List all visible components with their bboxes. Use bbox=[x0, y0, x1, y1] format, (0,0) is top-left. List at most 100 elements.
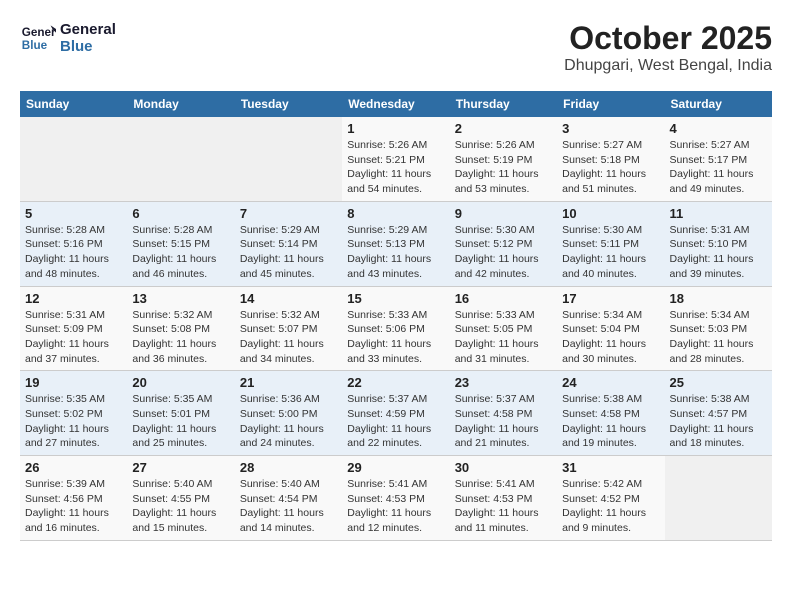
calendar-cell: 26 Sunrise: 5:39 AMSunset: 4:56 PMDaylig… bbox=[20, 456, 127, 541]
calendar-cell bbox=[20, 117, 127, 201]
day-number: 19 bbox=[25, 375, 122, 390]
calendar-cell: 6 Sunrise: 5:28 AMSunset: 5:15 PMDayligh… bbox=[127, 201, 234, 286]
logo-line2: Blue bbox=[60, 38, 116, 55]
day-info: Sunrise: 5:31 AMSunset: 5:10 PMDaylight:… bbox=[670, 223, 767, 282]
calendar-cell: 18 Sunrise: 5:34 AMSunset: 5:03 PMDaylig… bbox=[665, 286, 772, 371]
day-info: Sunrise: 5:28 AMSunset: 5:16 PMDaylight:… bbox=[25, 223, 122, 282]
day-number: 7 bbox=[240, 206, 337, 221]
svg-text:General: General bbox=[22, 26, 56, 39]
day-number: 21 bbox=[240, 375, 337, 390]
day-number: 5 bbox=[25, 206, 122, 221]
calendar-subtitle: Dhupgari, West Bengal, India bbox=[564, 57, 772, 75]
header-wednesday: Wednesday bbox=[342, 91, 449, 117]
day-info: Sunrise: 5:40 AMSunset: 4:54 PMDaylight:… bbox=[240, 477, 337, 536]
day-number: 9 bbox=[455, 206, 552, 221]
calendar-title: October 2025 bbox=[564, 20, 772, 57]
calendar-cell: 23 Sunrise: 5:37 AMSunset: 4:58 PMDaylig… bbox=[450, 371, 557, 456]
day-info: Sunrise: 5:27 AMSunset: 5:17 PMDaylight:… bbox=[670, 138, 767, 197]
calendar-cell: 1 Sunrise: 5:26 AMSunset: 5:21 PMDayligh… bbox=[342, 117, 449, 201]
day-number: 25 bbox=[670, 375, 767, 390]
calendar-cell: 22 Sunrise: 5:37 AMSunset: 4:59 PMDaylig… bbox=[342, 371, 449, 456]
day-info: Sunrise: 5:37 AMSunset: 4:58 PMDaylight:… bbox=[455, 392, 552, 451]
calendar-cell: 10 Sunrise: 5:30 AMSunset: 5:11 PMDaylig… bbox=[557, 201, 664, 286]
day-info: Sunrise: 5:31 AMSunset: 5:09 PMDaylight:… bbox=[25, 308, 122, 367]
calendar-cell: 13 Sunrise: 5:32 AMSunset: 5:08 PMDaylig… bbox=[127, 286, 234, 371]
day-info: Sunrise: 5:40 AMSunset: 4:55 PMDaylight:… bbox=[132, 477, 229, 536]
day-number: 30 bbox=[455, 460, 552, 475]
day-number: 3 bbox=[562, 121, 659, 136]
day-number: 1 bbox=[347, 121, 444, 136]
day-number: 14 bbox=[240, 291, 337, 306]
header-thursday: Thursday bbox=[450, 91, 557, 117]
day-number: 24 bbox=[562, 375, 659, 390]
calendar-cell: 11 Sunrise: 5:31 AMSunset: 5:10 PMDaylig… bbox=[665, 201, 772, 286]
day-info: Sunrise: 5:34 AMSunset: 5:04 PMDaylight:… bbox=[562, 308, 659, 367]
calendar-cell: 27 Sunrise: 5:40 AMSunset: 4:55 PMDaylig… bbox=[127, 456, 234, 541]
calendar-cell: 19 Sunrise: 5:35 AMSunset: 5:02 PMDaylig… bbox=[20, 371, 127, 456]
day-number: 29 bbox=[347, 460, 444, 475]
day-info: Sunrise: 5:30 AMSunset: 5:12 PMDaylight:… bbox=[455, 223, 552, 282]
day-info: Sunrise: 5:30 AMSunset: 5:11 PMDaylight:… bbox=[562, 223, 659, 282]
day-number: 6 bbox=[132, 206, 229, 221]
day-number: 2 bbox=[455, 121, 552, 136]
calendar-cell: 30 Sunrise: 5:41 AMSunset: 4:53 PMDaylig… bbox=[450, 456, 557, 541]
day-info: Sunrise: 5:33 AMSunset: 5:06 PMDaylight:… bbox=[347, 308, 444, 367]
calendar-cell: 24 Sunrise: 5:38 AMSunset: 4:58 PMDaylig… bbox=[557, 371, 664, 456]
svg-text:Blue: Blue bbox=[22, 39, 48, 52]
header-friday: Friday bbox=[557, 91, 664, 117]
calendar-cell: 16 Sunrise: 5:33 AMSunset: 5:05 PMDaylig… bbox=[450, 286, 557, 371]
calendar-cell bbox=[235, 117, 342, 201]
day-number: 27 bbox=[132, 460, 229, 475]
day-info: Sunrise: 5:41 AMSunset: 4:53 PMDaylight:… bbox=[347, 477, 444, 536]
calendar-cell: 15 Sunrise: 5:33 AMSunset: 5:06 PMDaylig… bbox=[342, 286, 449, 371]
week-row-5: 26 Sunrise: 5:39 AMSunset: 4:56 PMDaylig… bbox=[20, 456, 772, 541]
calendar-cell: 21 Sunrise: 5:36 AMSunset: 5:00 PMDaylig… bbox=[235, 371, 342, 456]
calendar-cell bbox=[127, 117, 234, 201]
day-info: Sunrise: 5:28 AMSunset: 5:15 PMDaylight:… bbox=[132, 223, 229, 282]
day-number: 15 bbox=[347, 291, 444, 306]
header-monday: Monday bbox=[127, 91, 234, 117]
header-saturday: Saturday bbox=[665, 91, 772, 117]
calendar-cell: 12 Sunrise: 5:31 AMSunset: 5:09 PMDaylig… bbox=[20, 286, 127, 371]
day-info: Sunrise: 5:32 AMSunset: 5:07 PMDaylight:… bbox=[240, 308, 337, 367]
day-info: Sunrise: 5:36 AMSunset: 5:00 PMDaylight:… bbox=[240, 392, 337, 451]
calendar-cell: 31 Sunrise: 5:42 AMSunset: 4:52 PMDaylig… bbox=[557, 456, 664, 541]
day-number: 12 bbox=[25, 291, 122, 306]
calendar-cell: 9 Sunrise: 5:30 AMSunset: 5:12 PMDayligh… bbox=[450, 201, 557, 286]
day-info: Sunrise: 5:37 AMSunset: 4:59 PMDaylight:… bbox=[347, 392, 444, 451]
calendar-cell: 29 Sunrise: 5:41 AMSunset: 4:53 PMDaylig… bbox=[342, 456, 449, 541]
week-row-2: 5 Sunrise: 5:28 AMSunset: 5:16 PMDayligh… bbox=[20, 201, 772, 286]
day-number: 10 bbox=[562, 206, 659, 221]
day-info: Sunrise: 5:33 AMSunset: 5:05 PMDaylight:… bbox=[455, 308, 552, 367]
calendar-cell: 5 Sunrise: 5:28 AMSunset: 5:16 PMDayligh… bbox=[20, 201, 127, 286]
day-info: Sunrise: 5:39 AMSunset: 4:56 PMDaylight:… bbox=[25, 477, 122, 536]
day-info: Sunrise: 5:34 AMSunset: 5:03 PMDaylight:… bbox=[670, 308, 767, 367]
day-info: Sunrise: 5:29 AMSunset: 5:14 PMDaylight:… bbox=[240, 223, 337, 282]
day-info: Sunrise: 5:27 AMSunset: 5:18 PMDaylight:… bbox=[562, 138, 659, 197]
day-info: Sunrise: 5:41 AMSunset: 4:53 PMDaylight:… bbox=[455, 477, 552, 536]
calendar-cell: 7 Sunrise: 5:29 AMSunset: 5:14 PMDayligh… bbox=[235, 201, 342, 286]
day-info: Sunrise: 5:32 AMSunset: 5:08 PMDaylight:… bbox=[132, 308, 229, 367]
week-row-1: 1 Sunrise: 5:26 AMSunset: 5:21 PMDayligh… bbox=[20, 117, 772, 201]
header-sunday: Sunday bbox=[20, 91, 127, 117]
day-number: 16 bbox=[455, 291, 552, 306]
calendar-cell: 20 Sunrise: 5:35 AMSunset: 5:01 PMDaylig… bbox=[127, 371, 234, 456]
calendar-cell: 8 Sunrise: 5:29 AMSunset: 5:13 PMDayligh… bbox=[342, 201, 449, 286]
day-info: Sunrise: 5:29 AMSunset: 5:13 PMDaylight:… bbox=[347, 223, 444, 282]
page-header: General Blue General Blue October 2025 D… bbox=[20, 20, 772, 75]
day-number: 26 bbox=[25, 460, 122, 475]
day-info: Sunrise: 5:38 AMSunset: 4:58 PMDaylight:… bbox=[562, 392, 659, 451]
day-number: 13 bbox=[132, 291, 229, 306]
title-block: October 2025 Dhupgari, West Bengal, Indi… bbox=[564, 20, 772, 75]
header-tuesday: Tuesday bbox=[235, 91, 342, 117]
day-info: Sunrise: 5:26 AMSunset: 5:21 PMDaylight:… bbox=[347, 138, 444, 197]
day-number: 22 bbox=[347, 375, 444, 390]
day-info: Sunrise: 5:38 AMSunset: 4:57 PMDaylight:… bbox=[670, 392, 767, 451]
day-number: 28 bbox=[240, 460, 337, 475]
day-number: 8 bbox=[347, 206, 444, 221]
day-number: 23 bbox=[455, 375, 552, 390]
day-info: Sunrise: 5:42 AMSunset: 4:52 PMDaylight:… bbox=[562, 477, 659, 536]
calendar-cell: 4 Sunrise: 5:27 AMSunset: 5:17 PMDayligh… bbox=[665, 117, 772, 201]
calendar-cell: 25 Sunrise: 5:38 AMSunset: 4:57 PMDaylig… bbox=[665, 371, 772, 456]
day-number: 17 bbox=[562, 291, 659, 306]
